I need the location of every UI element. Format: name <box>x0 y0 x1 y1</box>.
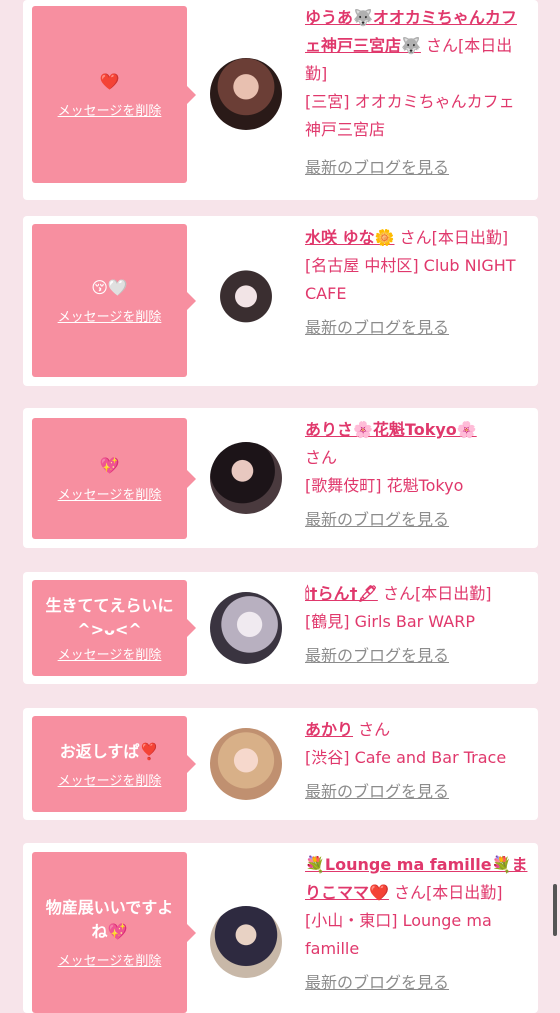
message-bubble: お返しすぱ❣️ メッセージを削除 <box>32 716 196 812</box>
message-bubble: 生きててえらいに^>ᴗ<^ メッセージを削除 <box>32 580 196 676</box>
cast-info: 🕯†らん†🖋 さん[本日出勤] [鶴見] Girls Bar WARP 最新のブ… <box>305 580 530 670</box>
delete-message-link[interactable]: メッセージを削除 <box>58 100 162 119</box>
cast-info: ゆうあ🐺オオカミちゃんカフェ神戸三宮店🐺 さん[本日出勤] [三宮] オオカミち… <box>305 4 530 182</box>
message-text: 物産展いいですよね💖 <box>45 898 174 941</box>
message-text: お返しすぱ❣️ <box>59 741 160 761</box>
message-card: 💖 メッセージを削除 ありさ🌸花魁Tokyo🌸 さん [歌舞伎町] 花魁Toky… <box>23 408 538 548</box>
avatar[interactable] <box>210 728 282 800</box>
blog-link[interactable]: 最新のブログを見る <box>305 510 449 529</box>
cast-name-link[interactable]: あかり <box>305 720 353 739</box>
message-bubble: 物産展いいですよね💖 メッセージを削除 <box>32 852 196 1013</box>
delete-message-link[interactable]: メッセージを削除 <box>58 950 162 969</box>
honorific: さん <box>399 228 432 247</box>
blog-link[interactable]: 最新のブログを見る <box>305 973 449 992</box>
message-bubble: 💖 メッセージを削除 <box>32 418 196 539</box>
avatar[interactable] <box>210 592 282 664</box>
message-bubble: ❤️ メッセージを削除 <box>32 6 196 183</box>
cast-name-link[interactable]: 水咲 ゆな🌼 <box>305 228 395 247</box>
delete-message-link[interactable]: メッセージを削除 <box>58 770 162 789</box>
status-badge: [本日出勤] <box>431 228 509 247</box>
avatar[interactable] <box>210 906 282 978</box>
honorific: さん <box>382 584 415 603</box>
message-text: 💖 <box>99 456 120 475</box>
blog-link[interactable]: 最新のブログを見る <box>305 158 449 177</box>
honorific: さん <box>358 720 391 739</box>
shop-name: [歌舞伎町] 花魁Tokyo <box>305 476 464 495</box>
message-text: ❤️ <box>99 72 120 91</box>
message-card: 😚🤍 メッセージを削除 水咲 ゆな🌼 さん[本日出勤] [名古屋 中村区] Cl… <box>23 216 538 386</box>
blog-link[interactable]: 最新のブログを見る <box>305 782 449 801</box>
avatar[interactable] <box>210 442 282 514</box>
message-text: 生きててえらいに^>ᴗ<^ <box>45 595 174 639</box>
cast-info: 💐Lounge ma famille💐まりこママ❤️ さん[本日出勤] [小山・… <box>305 851 530 997</box>
shop-name: [渋谷] Cafe and Bar Trace <box>305 748 507 767</box>
delete-message-link[interactable]: メッセージを削除 <box>58 306 162 325</box>
cast-info: 水咲 ゆな🌼 さん[本日出勤] [名古屋 中村区] Club NIGHT CAF… <box>305 224 530 342</box>
avatar[interactable] <box>210 264 282 336</box>
shop-name: [三宮] オオカミちゃんカフェ神戸三宮店 <box>305 92 515 139</box>
message-card: 物産展いいですよね💖 メッセージを削除 💐Lounge ma famille💐ま… <box>23 843 538 1013</box>
cast-info: ありさ🌸花魁Tokyo🌸 さん [歌舞伎町] 花魁Tokyo 最新のブログを見る <box>305 416 530 534</box>
cast-name-link[interactable]: ありさ🌸花魁Tokyo🌸 <box>305 420 477 439</box>
honorific: さん <box>394 883 427 902</box>
shop-name: [小山・東口] Lounge ma famille <box>305 911 492 958</box>
cast-info: あかり さん [渋谷] Cafe and Bar Trace 最新のブログを見る <box>305 716 530 806</box>
honorific: さん <box>426 36 459 55</box>
message-card: お返しすぱ❣️ メッセージを削除 あかり さん [渋谷] Cafe and Ba… <box>23 708 538 820</box>
message-bubble: 😚🤍 メッセージを削除 <box>32 224 196 377</box>
blog-link[interactable]: 最新のブログを見る <box>305 646 449 665</box>
scrollbar[interactable] <box>553 884 557 936</box>
message-text: 😚🤍 <box>91 278 128 297</box>
status-badge: [本日出勤] <box>414 584 492 603</box>
message-card: ❤️ メッセージを削除 ゆうあ🐺オオカミちゃんカフェ神戸三宮店🐺 さん[本日出勤… <box>23 0 538 200</box>
status-badge: [本日出勤] <box>426 883 503 902</box>
avatar[interactable] <box>210 58 282 130</box>
message-card: 生きててえらいに^>ᴗ<^ メッセージを削除 🕯†らん†🖋 さん[本日出勤] [… <box>23 572 538 684</box>
shop-name: [名古屋 中村区] Club NIGHT CAFE <box>305 256 516 303</box>
shop-name: [鶴見] Girls Bar WARP <box>305 612 475 631</box>
delete-message-link[interactable]: メッセージを削除 <box>58 644 162 663</box>
honorific: さん <box>305 448 338 467</box>
cast-name-link[interactable]: 🕯†らん†🖋 <box>305 584 378 603</box>
blog-link[interactable]: 最新のブログを見る <box>305 318 449 337</box>
delete-message-link[interactable]: メッセージを削除 <box>58 484 162 503</box>
